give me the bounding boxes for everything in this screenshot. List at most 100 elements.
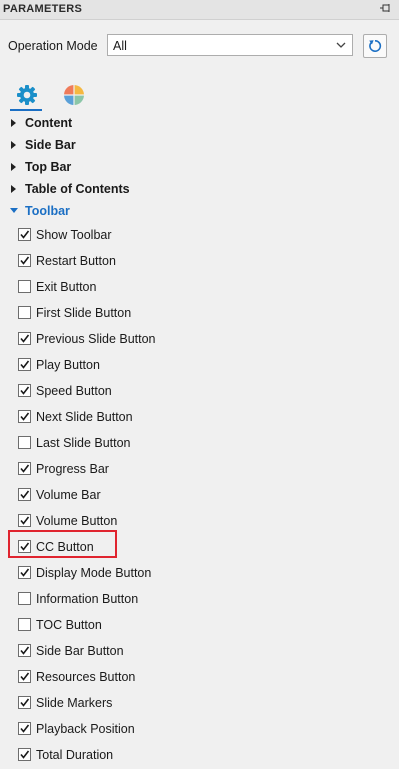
toolbar-option-last-slide-button[interactable]: Last Slide Button: [0, 432, 399, 454]
checkbox[interactable]: [18, 566, 31, 579]
triangle-down-icon: [10, 208, 18, 213]
checkmark-icon: [20, 360, 30, 369]
chevron-down-icon: [336, 42, 346, 48]
checkbox-label: Display Mode Button: [36, 566, 152, 580]
operation-mode-label: Operation Mode: [8, 39, 98, 53]
checkbox-label: Previous Slide Button: [36, 332, 156, 346]
checkbox-label: Side Bar Button: [36, 644, 124, 658]
checkbox[interactable]: [18, 722, 31, 735]
checkbox[interactable]: [18, 436, 31, 449]
checkbox[interactable]: [18, 410, 31, 423]
section-label: Table of Contents: [25, 182, 130, 196]
checkbox-label: Play Button: [36, 358, 100, 372]
toolbar-option-information-button[interactable]: Information Button: [0, 588, 399, 610]
checkbox[interactable]: [18, 384, 31, 397]
gear-icon[interactable]: [16, 84, 38, 106]
checkbox[interactable]: [18, 254, 31, 267]
section-side-bar[interactable]: Side Bar: [0, 135, 399, 155]
checkmark-icon: [20, 672, 30, 681]
checkbox-label: Slide Markers: [36, 696, 113, 710]
checkmark-icon: [20, 646, 30, 655]
checkmark-icon: [20, 568, 30, 577]
section-label: Side Bar: [25, 138, 76, 152]
checkbox[interactable]: [18, 488, 31, 501]
color-wheel-icon[interactable]: [63, 84, 85, 106]
checkbox-label: Restart Button: [36, 254, 116, 268]
toolbar-option-previous-slide-button[interactable]: Previous Slide Button: [0, 328, 399, 350]
refresh-icon: [369, 39, 382, 52]
checkbox[interactable]: [18, 670, 31, 683]
checkmark-icon: [20, 386, 30, 395]
checkbox-label: Next Slide Button: [36, 410, 133, 424]
section-content[interactable]: Content: [0, 113, 399, 133]
section-table-of-contents[interactable]: Table of Contents: [0, 179, 399, 199]
checkmark-icon: [20, 724, 30, 733]
checkbox[interactable]: [18, 358, 31, 371]
cc-button-highlight: [8, 530, 117, 558]
checkbox[interactable]: [18, 280, 31, 293]
checkbox-label: Exit Button: [36, 280, 97, 294]
section-label: Toolbar: [25, 204, 70, 218]
active-tab-indicator: [10, 109, 42, 111]
reset-button[interactable]: [363, 34, 387, 58]
toolbar-option-side-bar-button[interactable]: Side Bar Button: [0, 640, 399, 662]
checkbox-label: Information Button: [36, 592, 139, 606]
checkmark-icon: [20, 334, 30, 343]
toolbar-option-slide-markers[interactable]: Slide Markers: [0, 692, 399, 714]
toolbar-option-show-toolbar[interactable]: Show Toolbar: [0, 224, 399, 246]
operation-mode-select[interactable]: All: [107, 34, 353, 56]
checkmark-icon: [20, 490, 30, 499]
section-top-bar[interactable]: Top Bar: [0, 157, 399, 177]
checkbox[interactable]: [18, 332, 31, 345]
section-label: Top Bar: [25, 160, 72, 174]
checkbox-label: Resources Button: [36, 670, 136, 684]
triangle-right-icon: [11, 119, 16, 127]
toolbar-option-display-mode-button[interactable]: Display Mode Button: [0, 562, 399, 584]
checkbox-label: Volume Button: [36, 514, 118, 528]
checkbox[interactable]: [18, 644, 31, 657]
toolbar-option-first-slide-button[interactable]: First Slide Button: [0, 302, 399, 324]
checkbox-label: Speed Button: [36, 384, 112, 398]
checkmark-icon: [20, 230, 30, 239]
triangle-right-icon: [11, 141, 16, 149]
checkbox[interactable]: [18, 696, 31, 709]
checkbox[interactable]: [18, 592, 31, 605]
checkmark-icon: [20, 464, 30, 473]
toolbar-option-play-button[interactable]: Play Button: [0, 354, 399, 376]
checkbox-label: Progress Bar: [36, 462, 109, 476]
checkmark-icon: [20, 750, 30, 759]
checkbox-label: Show Toolbar: [36, 228, 112, 242]
pin-icon[interactable]: [379, 3, 391, 15]
checkbox[interactable]: [18, 228, 31, 241]
checkbox[interactable]: [18, 462, 31, 475]
checkbox-label: Last Slide Button: [36, 436, 131, 450]
operation-mode-value: All: [113, 39, 127, 53]
checkmark-icon: [20, 256, 30, 265]
toolbar-option-volume-bar[interactable]: Volume Bar: [0, 484, 399, 506]
checkbox-label: TOC Button: [36, 618, 102, 632]
toolbar-option-toc-button[interactable]: TOC Button: [0, 614, 399, 636]
checkbox[interactable]: [18, 306, 31, 319]
toolbar-option-resources-button[interactable]: Resources Button: [0, 666, 399, 688]
checkbox[interactable]: [18, 618, 31, 631]
checkbox[interactable]: [18, 748, 31, 761]
checkbox-label: Playback Position: [36, 722, 135, 736]
checkbox-label: First Slide Button: [36, 306, 132, 320]
checkbox-label: Volume Bar: [36, 488, 101, 502]
toolbar-option-restart-button[interactable]: Restart Button: [0, 250, 399, 272]
checkbox-label: Total Duration: [36, 748, 114, 762]
triangle-right-icon: [11, 163, 16, 171]
checkmark-icon: [20, 412, 30, 421]
panel-header: PARAMETERS: [0, 0, 399, 20]
section-label: Content: [25, 116, 73, 130]
toolbar-option-volume-button[interactable]: Volume Button: [0, 510, 399, 532]
toolbar-option-progress-bar[interactable]: Progress Bar: [0, 458, 399, 480]
toolbar-option-playback-position[interactable]: Playback Position: [0, 718, 399, 740]
toolbar-option-next-slide-button[interactable]: Next Slide Button: [0, 406, 399, 428]
checkbox[interactable]: [18, 514, 31, 527]
panel-title: PARAMETERS: [3, 3, 83, 15]
toolbar-option-total-duration[interactable]: Total Duration: [0, 744, 399, 766]
toolbar-option-exit-button[interactable]: Exit Button: [0, 276, 399, 298]
toolbar-option-speed-button[interactable]: Speed Button: [0, 380, 399, 402]
section-toolbar[interactable]: Toolbar: [0, 201, 399, 221]
